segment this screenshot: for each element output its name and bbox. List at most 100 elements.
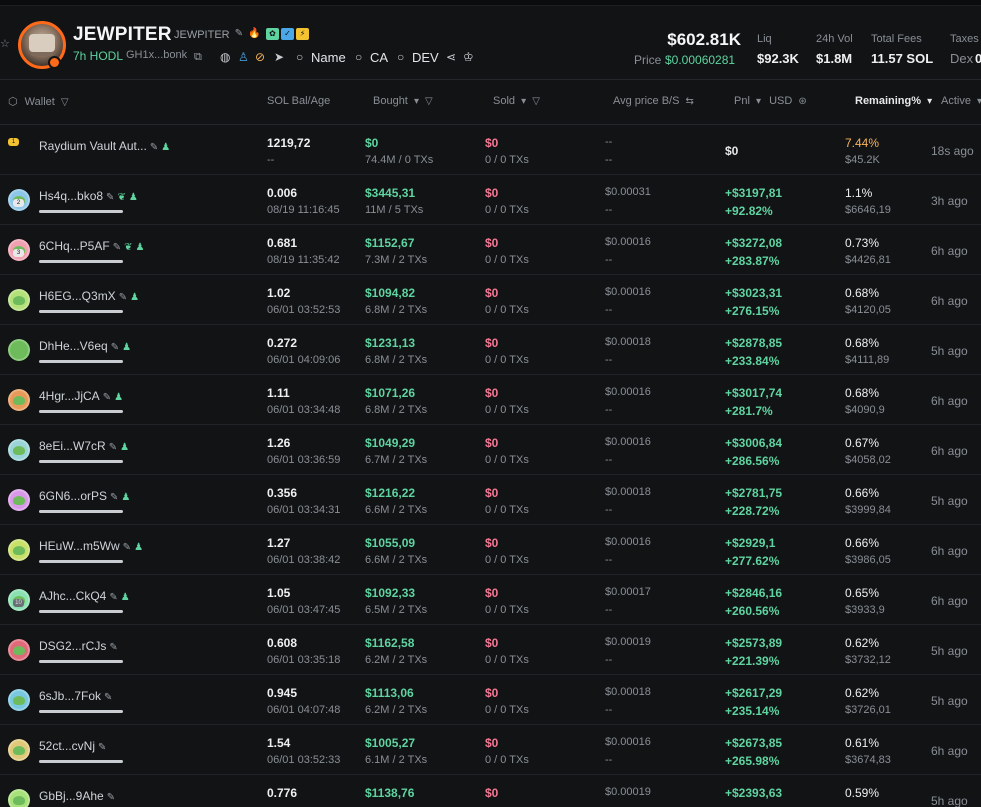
search-ca-icon[interactable]: ○ — [355, 50, 362, 64]
wallet-name[interactable]: AJhc...CkQ4 — [39, 589, 106, 603]
edit-icon[interactable]: ✎ — [109, 642, 117, 653]
table-row[interactable]: 8eEi...W7cR ✎ ♟ 1.26 06/01 03:36:59 $1049,… — [0, 425, 981, 475]
crown-icon[interactable]: ♔ — [463, 50, 474, 64]
globe-icon[interactable]: ◍ — [220, 50, 230, 64]
wallet-name[interactable]: Raydium Vault Aut... — [39, 139, 147, 153]
edit-icon[interactable]: ✎ — [103, 392, 111, 403]
sort-caret-icon[interactable]: ▾ — [521, 96, 526, 107]
filter-icon[interactable]: ▽ — [425, 96, 433, 107]
wallet-cell[interactable]: 4Hgr...JjCA ✎ ♟ — [39, 389, 123, 403]
table-row[interactable]: 1 Raydium Vault Aut... ✎ ♟ 1219,72 -- $0 7… — [0, 125, 981, 175]
edit-icon[interactable]: ✎ — [233, 28, 245, 40]
table-row[interactable]: 4Hgr...JjCA ✎ ♟ 1.11 06/01 03:34:48 $1071,… — [0, 375, 981, 425]
wallet-name[interactable]: DhHe...V6eq — [39, 339, 108, 353]
search-dev-icon[interactable]: ○ — [397, 50, 404, 64]
remaining-usd: $3999,84 — [845, 504, 891, 516]
table-row[interactable]: GbBj...9Ahe ✎ 0.776 $1138,76 $0 $0.00019 … — [0, 775, 981, 807]
wallet-cell[interactable]: Raydium Vault Aut... ✎ ♟ — [39, 139, 170, 153]
wallet-name[interactable]: 52ct...cvNj — [39, 739, 95, 753]
settings-hex-icon[interactable]: ⬡ — [8, 96, 18, 108]
flame-icon: 🔥 — [248, 28, 261, 39]
wallet-cell[interactable]: 52ct...cvNj ✎ — [39, 739, 106, 753]
search-ca-link[interactable]: CA — [370, 50, 388, 65]
wallet-name[interactable]: GbBj...9Ahe — [39, 789, 104, 803]
currency-icon[interactable]: ⊛ — [798, 96, 806, 107]
sold-txs: 0 / 0 TXs — [485, 154, 529, 166]
table-row[interactable]: DhHe...V6eq ✎ ♟ 0.272 06/01 04:09:06 $1231… — [0, 325, 981, 375]
favorite-star-icon[interactable]: ☆ — [0, 38, 12, 50]
sort-caret-icon[interactable]: ▾ — [927, 96, 932, 107]
table-row[interactable]: H6EG...Q3mX ✎ ♟ 1.02 06/01 03:52:53 $1094,… — [0, 275, 981, 325]
wallet-cell[interactable]: DSG2...rCJs ✎ — [39, 639, 118, 653]
edit-icon[interactable]: ✎ — [123, 542, 131, 553]
edit-icon[interactable]: ✎ — [109, 592, 117, 603]
wallet-name[interactable]: 8eEi...W7cR — [39, 439, 106, 453]
wallet-cell[interactable]: 6sJb...7Fok ✎ — [39, 689, 112, 703]
edit-icon[interactable]: ✎ — [109, 442, 117, 453]
wallet-name[interactable]: 6sJb...7Fok — [39, 689, 101, 703]
avg-sell-price: -- — [605, 554, 613, 566]
table-row[interactable]: DSG2...rCJs ✎ 0.608 06/01 03:35:18 $1162,… — [0, 625, 981, 675]
wallet-name[interactable]: 6CHq...P5AF — [39, 239, 110, 253]
edit-icon[interactable]: ✎ — [104, 692, 112, 703]
table-row[interactable]: 10 AJhc...CkQ4 ✎ ♟ 1.05 06/01 03:47:45 $10… — [0, 575, 981, 625]
check-badge-icon: ✓ — [281, 28, 294, 40]
wallet-name[interactable]: DSG2...rCJs — [39, 639, 106, 653]
wallet-name[interactable]: Hs4q...bko8 — [39, 189, 103, 203]
pnl-column[interactable]: Pnl ▾ USD ⊛ — [734, 95, 807, 107]
wallet-cell[interactable]: DhHe...V6eq ✎ ♟ — [39, 339, 131, 353]
wallet-name[interactable]: HEuW...m5Ww — [39, 539, 120, 553]
edit-icon[interactable]: ✎ — [107, 792, 115, 803]
wallet-cell[interactable]: 8eEi...W7cR ✎ ♟ — [39, 439, 129, 453]
edit-icon[interactable]: ✎ — [106, 192, 114, 203]
bought-column[interactable]: Bought ▾ ▽ — [373, 95, 433, 107]
table-row[interactable]: 6GN6...orPS ✎ ♟ 0.356 06/01 03:34:31 $1216… — [0, 475, 981, 525]
edit-icon[interactable]: ✎ — [98, 742, 106, 753]
edit-icon[interactable]: ✎ — [150, 142, 158, 153]
wallet-cell[interactable]: 6GN6...orPS ✎ ♟ — [39, 489, 130, 503]
bought-txs: 6.2M / 2 TXs — [365, 654, 428, 666]
wallet-cell[interactable]: AJhc...CkQ4 ✎ ♟ — [39, 589, 130, 603]
edit-icon[interactable]: ✎ — [110, 492, 118, 503]
share-icon[interactable]: ⋖ — [446, 50, 456, 64]
active-column[interactable]: Active ▾ — [941, 95, 981, 107]
filter-icon[interactable]: ▽ — [61, 97, 69, 108]
filter-icon[interactable]: ▽ — [532, 96, 540, 107]
sold-value: $0 — [485, 736, 499, 750]
wallet-age: 06/01 04:09:06 — [267, 354, 341, 366]
table-row[interactable]: 3 6CHq...P5AF ✎ ❦ ♟ 0.681 08/19 11:35:42 $1… — [0, 225, 981, 275]
sort-caret-icon[interactable]: ▾ — [756, 96, 761, 107]
avg-sell-price: -- — [605, 604, 613, 616]
wallet-cell[interactable]: 6CHq...P5AF ✎ ❦ ♟ — [39, 239, 144, 253]
search-name-link[interactable]: Name — [311, 50, 346, 65]
wallet-name[interactable]: 6GN6...orPS — [39, 489, 107, 503]
edit-icon[interactable]: ✎ — [119, 292, 127, 303]
table-row[interactable]: 2 Hs4q...bko8 ✎ ❦ ♟ 0.006 08/19 11:16:45 $3… — [0, 175, 981, 225]
wallet-cell[interactable]: GbBj...9Ahe ✎ — [39, 789, 115, 803]
wallet-cell[interactable]: Hs4q...bko8 ✎ ❦ ♟ — [39, 189, 138, 203]
sort-caret-icon[interactable]: ▾ — [977, 96, 981, 107]
sort-caret-icon[interactable]: ▾ — [414, 96, 419, 107]
copy-icon[interactable]: ⧉ — [194, 50, 202, 64]
usd-toggle-label[interactable]: USD — [769, 95, 792, 107]
remaining-column[interactable]: Remaining% ▾ — [855, 95, 932, 107]
sol-bal-column[interactable]: SOL Bal/Age — [267, 95, 330, 107]
sold-column[interactable]: Sold ▾ ▽ — [493, 95, 540, 107]
table-row[interactable]: HEuW...m5Ww ✎ ♟ 1.27 06/01 03:38:42 $1055,… — [0, 525, 981, 575]
telegram-icon[interactable]: ➤ — [274, 50, 284, 64]
table-row[interactable]: 52ct...cvNj ✎ 1.54 06/01 03:52:33 $1005,2… — [0, 725, 981, 775]
edit-icon[interactable]: ✎ — [111, 342, 119, 353]
wallet-name[interactable]: H6EG...Q3mX — [39, 289, 116, 303]
wallet-name[interactable]: 4Hgr...JjCA — [39, 389, 100, 403]
search-name-icon[interactable]: ○ — [296, 50, 303, 64]
edit-icon[interactable]: ✎ — [113, 242, 121, 253]
table-row[interactable]: 6sJb...7Fok ✎ 0.945 06/01 04:07:48 $1113,… — [0, 675, 981, 725]
wallet-column[interactable]: ⬡ Wallet ▽ — [8, 95, 69, 108]
avg-price-column[interactable]: Avg price B/S ⇆ — [613, 95, 694, 107]
user-icon[interactable]: ♙ — [238, 50, 249, 64]
wallet-cell[interactable]: H6EG...Q3mX ✎ ♟ — [39, 289, 139, 303]
warning-icon[interactable]: ⊘ — [255, 50, 265, 64]
swap-icon[interactable]: ⇆ — [686, 96, 694, 107]
wallet-cell[interactable]: HEuW...m5Ww ✎ ♟ — [39, 539, 143, 553]
search-dev-link[interactable]: DEV — [412, 50, 439, 65]
